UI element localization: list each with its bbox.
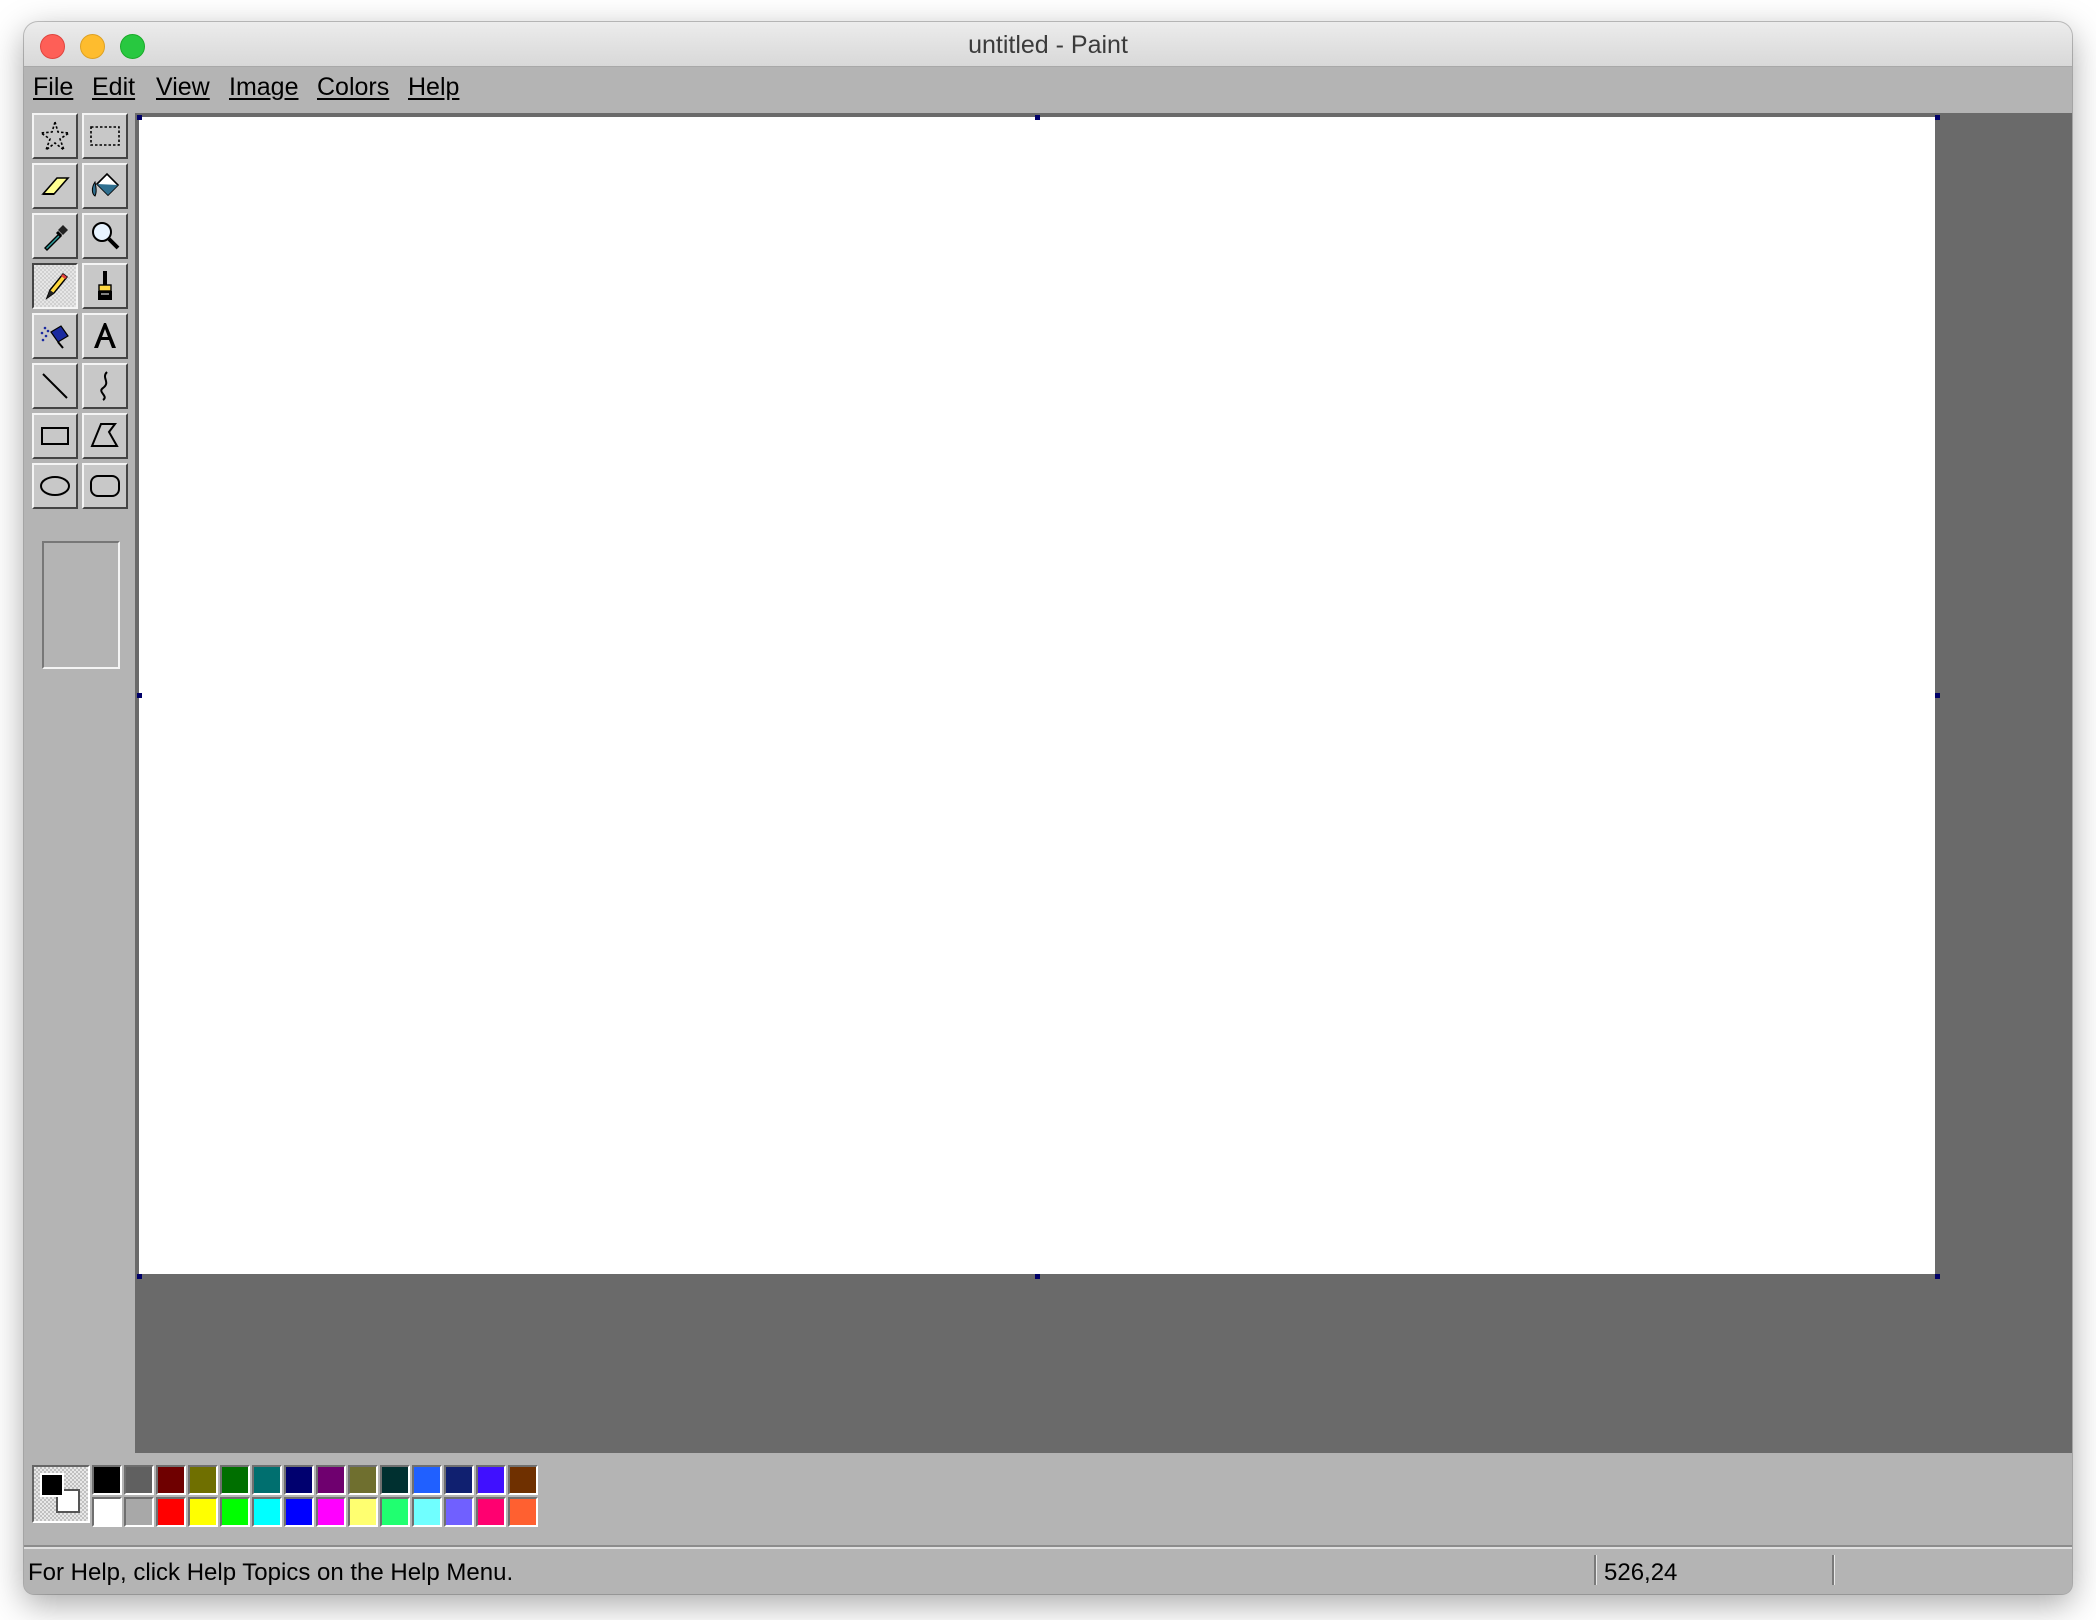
menu-edit[interactable]: Edit [92,73,135,102]
status-coordinates: 526,24 [1604,1559,1678,1586]
tool-brush[interactable] [82,263,128,309]
palette-swatch[interactable] [220,1465,250,1495]
palette-swatch[interactable] [412,1465,442,1495]
palette-swatch[interactable] [156,1465,186,1495]
palette-swatch[interactable] [380,1465,410,1495]
menu-view[interactable]: View [156,73,210,102]
palette-swatch[interactable] [284,1497,314,1527]
palette-swatch[interactable] [508,1465,538,1495]
resize-handle-bottom-left [137,1274,142,1279]
free-select-icon [38,119,72,153]
palette-swatch[interactable] [188,1497,218,1527]
menu-help[interactable]: Help [408,73,459,102]
paint-bucket-icon [91,172,120,197]
status-divider [1832,1555,1835,1585]
rounded-rectangle-icon [90,475,120,497]
tool-airbrush[interactable] [32,313,78,359]
status-divider [1594,1555,1597,1585]
menu-image[interactable]: Image [229,73,298,102]
tool-polygon[interactable] [82,413,128,459]
ellipse-icon [40,476,70,496]
tool-pencil[interactable] [32,263,78,309]
text-icon [94,323,116,348]
polygon-icon [90,423,119,447]
window-title: untitled - Paint [968,31,1128,59]
resize-handle-bottom-right[interactable] [1935,1274,1940,1279]
palette-swatch[interactable] [156,1497,186,1527]
tool-line[interactable] [32,363,78,409]
palette-swatch[interactable] [476,1497,506,1527]
menu-bar: File Edit View Image Colors Help [24,67,2072,109]
palette-swatch[interactable] [124,1497,154,1527]
palette-swatch[interactable] [508,1497,538,1527]
airbrush-icon [40,325,69,349]
palette-swatch[interactable] [316,1497,346,1527]
toolbox [32,113,132,675]
tool-eraser[interactable] [32,163,78,209]
eyedropper-icon [44,225,68,251]
palette-swatch[interactable] [92,1497,122,1527]
tool-select[interactable] [82,113,128,159]
eraser-icon [41,177,70,195]
drawing-canvas[interactable] [139,117,1935,1274]
tool-text[interactable] [82,313,128,359]
status-help-text: For Help, click Help Topics on the Help … [28,1559,514,1586]
paint-window: untitled - Paint File Edit View Image Co… [24,22,2072,1594]
palette-swatch[interactable] [92,1465,122,1495]
rectangle-icon [41,427,69,445]
palette-swatch[interactable] [284,1465,314,1495]
resize-handle-left [137,693,142,698]
tool-rectangle[interactable] [32,413,78,459]
palette-swatch[interactable] [252,1465,282,1495]
rect-select-icon [90,126,120,146]
palette-swatch[interactable] [444,1465,474,1495]
palette-swatch[interactable] [220,1497,250,1527]
resize-handle-bottom[interactable] [1035,1274,1040,1279]
palette-swatch[interactable] [444,1497,474,1527]
tool-pick-color[interactable] [32,213,78,259]
tool-ellipse[interactable] [32,463,78,509]
resize-handle-top-right [1935,115,1940,120]
tool-free-form-select[interactable] [32,113,78,159]
magnifier-icon [92,222,120,250]
tool-magnifier[interactable] [82,213,128,259]
palette-swatch[interactable] [188,1465,218,1495]
palette-swatch[interactable] [348,1465,378,1495]
tool-options-box[interactable] [42,541,120,669]
resize-handle-top [1035,115,1040,120]
resize-handle-right[interactable] [1935,693,1940,698]
current-colors-indicator[interactable] [32,1465,90,1523]
drawing-workspace[interactable] [135,113,2072,1453]
curve-icon [100,371,108,401]
line-icon [42,373,68,399]
brush-icon [98,271,112,300]
palette-swatch[interactable] [476,1465,506,1495]
palette-swatch[interactable] [348,1497,378,1527]
pencil-icon [45,273,69,300]
palette-swatch[interactable] [316,1465,346,1495]
menu-colors[interactable]: Colors [317,73,389,102]
menu-file[interactable]: File [33,73,73,102]
palette-swatch[interactable] [380,1497,410,1527]
resize-handle-top-left [137,115,142,120]
tool-curve[interactable] [82,363,128,409]
palette-swatch[interactable] [252,1497,282,1527]
tool-rounded-rectangle[interactable] [82,463,128,509]
foreground-color [40,1473,64,1497]
tool-fill-with-color[interactable] [82,163,128,209]
title-bar[interactable]: untitled - Paint [24,22,2072,67]
palette-swatch[interactable] [124,1465,154,1495]
status-bar: For Help, click Help Topics on the Help … [24,1545,2072,1594]
palette-swatch[interactable] [412,1497,442,1527]
